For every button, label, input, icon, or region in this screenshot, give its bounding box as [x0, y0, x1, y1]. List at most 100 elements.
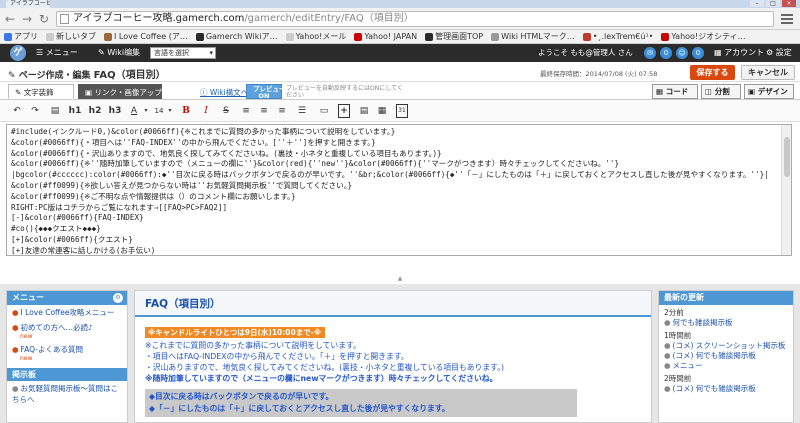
update-link[interactable]: ● (コメ) スクリーンショット掲示板 [659, 341, 793, 351]
browser-tab[interactable]: アイラブコーヒー攻略.gamerch.com [6, 0, 50, 8]
bookmark-item[interactable]: アプリ [4, 31, 38, 42]
pencil-icon: ✎ [15, 88, 22, 97]
editor-scrollbar[interactable] [781, 125, 791, 255]
table-icon[interactable]: ▤ [358, 104, 370, 118]
bullet-icon: ● [12, 323, 19, 332]
editor-line: &color(#0066ff){※''随時加筆していますので（メニューの欄に''… [11, 159, 620, 169]
tip-line: ◆「－」にしたものは「＋」に戻しておくとアクセスし直した後が見やすくなります。 [149, 404, 450, 413]
bullet-icon: ● [664, 361, 671, 370]
cancel-button[interactable]: キャンセル [741, 65, 795, 80]
article-line: ※これまでに質問の多かった事柄について説明をしています。 [145, 341, 361, 350]
close-window-button[interactable]: × [782, 0, 796, 7]
menu-link[interactable]: ● I Love Coffee攻略メニュー [7, 305, 127, 320]
align-right-icon[interactable]: ≡ [276, 104, 288, 118]
navigation-tip-box: ◆目次に戻る時はバックボタンで戻るのが早いです。 ◆「－」にしたものは「＋」に戻… [145, 389, 577, 417]
update-link[interactable]: ● (コメ) 何でも雑談掲示板 [659, 384, 793, 394]
tab-code[interactable]: ▦ コード [652, 84, 698, 99]
bookmark-item[interactable]: Yahoo!ジオシティ… [661, 31, 746, 42]
preview-hint: プレビューを自動反映するにはONにしてください [286, 85, 403, 99]
editor-line: [+]&color(#0066ff){クエスト} [11, 234, 133, 244]
bookmark-item[interactable]: 新しいタブ [46, 31, 96, 42]
bullet-icon: ● [12, 345, 19, 354]
editor-resize-handle[interactable]: ▲ [390, 276, 410, 282]
heading3-button[interactable]: h3 [108, 104, 122, 118]
save-button[interactable]: 保存する [690, 65, 735, 80]
code-icon: ▦ [656, 87, 664, 96]
list-icon[interactable]: ☰ [296, 104, 308, 118]
heading2-button[interactable]: h2 [88, 104, 102, 118]
bookmark-item[interactable]: 管理画面TOP [425, 31, 483, 42]
language-select[interactable]: 言語を選択 [150, 47, 216, 59]
align-center-icon[interactable]: ≡ [258, 104, 270, 118]
board-link[interactable]: ● お気軽質問掲示板～質問はこちらへ [7, 381, 127, 407]
align-left-icon[interactable]: ≡ [240, 104, 252, 118]
preview-toggle[interactable]: プレビュー ON [246, 84, 286, 100]
apps-icon [4, 32, 12, 41]
person-icon[interactable]: ☺ [676, 47, 688, 59]
maximize-button[interactable]: □ [766, 0, 780, 7]
notice-bar: ※キャンドルライトひとつは9日(水)10:00まで-※ [145, 327, 325, 338]
wiki-source-editor[interactable]: #include(インクルード0,)&color(#0066ff){※これまでに… [6, 124, 792, 256]
minimize-button[interactable]: – [750, 0, 764, 7]
url-input[interactable]: アイラブコーヒー攻略.gamerch.com/gamerch/editEntry… [56, 11, 774, 27]
italic-button[interactable]: I [200, 104, 212, 118]
font-color-dropdown-icon[interactable]: ▾ [142, 104, 150, 118]
bookmark-item[interactable]: Gamerch Wikiア… [195, 31, 278, 42]
editor-line: &color(#0066ff){・項目へは''FAQ-INDEX''の中から飛ん… [11, 137, 376, 147]
reload-icon[interactable]: ↻ [36, 11, 52, 27]
calendar-icon[interactable]: 31 [396, 104, 408, 118]
update-link[interactable]: ● 何でも雑談掲示板 [659, 318, 793, 328]
tab-design[interactable]: ▣ デザイン [744, 84, 794, 99]
article: FAQ（項目別） ※キャンドルライトひとつは9日(水)10:00まで-※ ※これ… [134, 290, 652, 423]
menu-link[interactable]: ● FAQ-よくある質問 new [7, 342, 127, 364]
bullet-icon: ● [664, 351, 671, 360]
bookmarks-bar: アプリ 新しいタブ I Love Coffee (ア… Gamerch Wikiア… Y… [0, 30, 800, 44]
editor-line: [+]友達の常連客に話しかける(お手伝い) [11, 245, 156, 255]
undo-icon[interactable]: ↶ [10, 104, 24, 118]
grid-icon[interactable]: ▦ [376, 104, 388, 118]
menu-link[interactable]: ● 初めての方へ…必読♪ new [7, 320, 127, 342]
settings-button[interactable]: ⚙ 設定 [766, 47, 792, 59]
update-link[interactable]: ● (コメ) 何でも雑談掲示板 [659, 351, 793, 361]
bookmark-item[interactable]: Yahoo! JAPAN [354, 32, 417, 41]
tab-split[interactable]: ◫ 分割 [701, 84, 741, 99]
left-menu-header: メニュー ⚙ [7, 291, 127, 305]
menu-button[interactable]: ☰ メニュー [36, 47, 78, 59]
gamerch-logo[interactable]: ゲ [10, 45, 26, 61]
editor-line: &color(#ff0099){※欲しい答えが見つからない時は''お気軽質問掲示… [11, 180, 353, 190]
back-arrow-icon[interactable]: ← [2, 11, 18, 27]
tab-text-decoration[interactable]: ✎ 文字装飾 [8, 84, 74, 99]
board-header: 掲示板 [7, 368, 127, 381]
new-badge: new [20, 355, 33, 362]
browser-menu-icon[interactable] [780, 12, 794, 26]
page-icon [582, 32, 591, 41]
bold-button[interactable]: B [180, 104, 192, 118]
font-size-button[interactable]: 14 [153, 104, 165, 118]
hr-icon[interactable]: ▭ [318, 104, 330, 118]
bookmark-item[interactable]: Wiki HTMLマーク… [491, 31, 575, 42]
notification-icon[interactable]: 0 [660, 47, 672, 59]
count-badge[interactable]: 0 [692, 47, 704, 59]
font-color-button[interactable]: A [128, 104, 140, 118]
chat-icon[interactable]: ✉ [644, 47, 656, 59]
update-link[interactable]: ● メニュー [659, 361, 793, 371]
forward-arrow-icon[interactable]: → [19, 11, 35, 27]
editor-line: [-]&color(#0066ff){FAQ-INDEX} [11, 213, 144, 223]
table-insert-icon[interactable]: + [338, 104, 350, 118]
redo-icon[interactable]: ↷ [28, 104, 42, 118]
bookmark-item[interactable]: Yahoo!メール [285, 31, 346, 42]
heading1-button[interactable]: h1 [68, 104, 82, 118]
book-icon[interactable]: ▤ [48, 104, 62, 118]
font-size-dropdown-icon[interactable]: ▾ [166, 104, 174, 118]
gear-icon[interactable]: ⚙ [113, 293, 123, 303]
account-button[interactable]: ▦ アカウント [714, 47, 764, 59]
bookmark-item[interactable]: I Love Coffee (ア… [104, 31, 188, 42]
update-time: 1時間前 [664, 331, 692, 340]
tab-link-image[interactable]: ▣ リンク・画像アップ [78, 84, 162, 99]
strike-button[interactable]: S [220, 104, 232, 118]
bookmark-item[interactable]: •¸.lexTrem€ú¹• [582, 32, 653, 41]
wiki-edit-button[interactable]: ✎ Wiki编集 [98, 47, 140, 59]
editor-line: |bgcolor(#cccccc):color(#0066ff):◆''目次に戻… [11, 170, 769, 180]
split-icon: ◫ [705, 87, 713, 96]
preview-area: メニュー ⚙ ● I Love Coffee攻略メニュー ● 初めての方へ…必読♪ ne… [0, 284, 800, 423]
